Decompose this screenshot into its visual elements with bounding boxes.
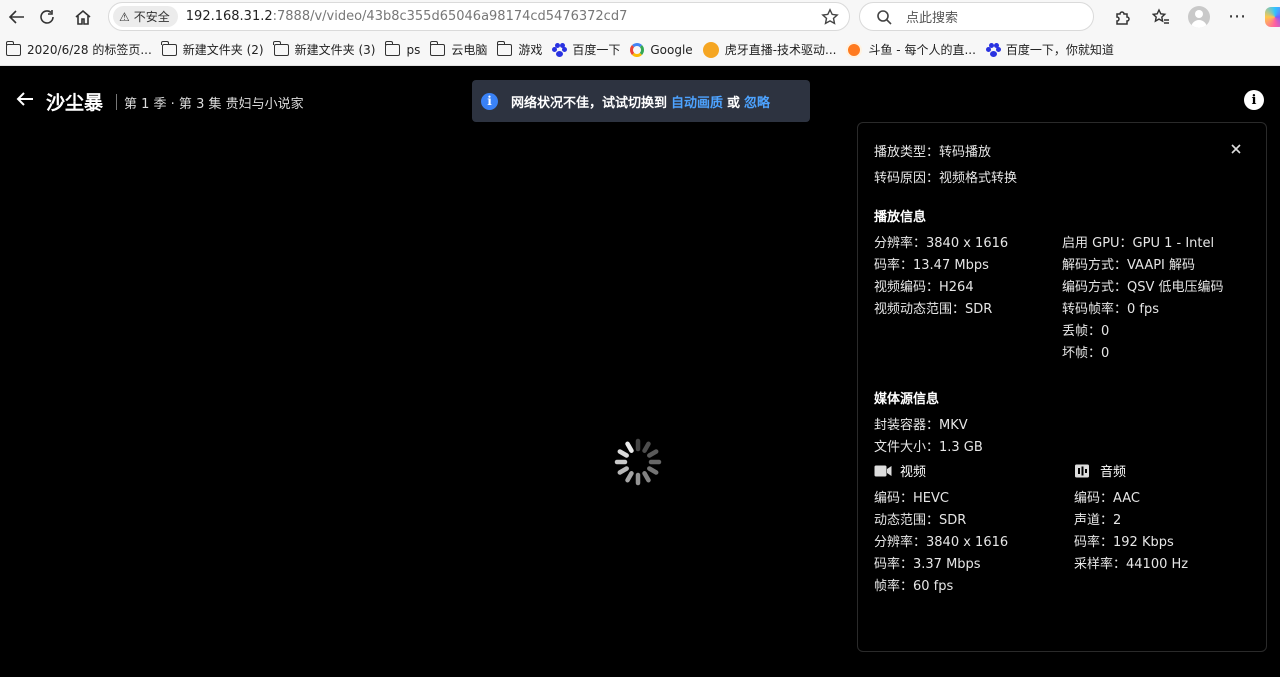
play-type: 播放类型：转码播放 [874,145,992,160]
container-format: 封装容器：MKV [874,418,968,433]
video-title: 沙尘暴 [46,92,104,114]
bookmark-label: 云电脑 [451,43,488,57]
warning-icon: ⚠ [119,9,130,24]
play-info-item: 转码帧率：0 fps [1062,302,1160,317]
file-size: 文件大小：1.3 GB [874,440,983,455]
bookmarks-bar: 2020/6/28 的标签页... 新建文件夹 (2) 新建文件夹 (3) ps 云电脑… [0,34,1280,66]
play-info-item: 视频编码：H264 [874,280,974,295]
folder-icon [161,40,177,56]
favorites-icon[interactable] [1142,2,1180,31]
copilot-icon[interactable] [1256,2,1280,31]
star-icon[interactable] [821,8,839,26]
back-icon[interactable] [0,2,34,32]
audio-info-item: 码率：192 Kbps [1074,535,1174,550]
ignore-link[interactable]: 忽略 [744,92,770,111]
bookmark-label: 新建文件夹 (3) [294,43,376,57]
google-icon [630,42,645,57]
bookmark-item[interactable]: 云电脑 [426,38,493,62]
search-placeholder: 点此搜索 [906,11,959,26]
video-info-item: 码率：3.37 Mbps [874,557,981,572]
folder-icon [429,40,446,56]
video-camera-icon [874,465,892,476]
close-icon[interactable] [1230,143,1242,155]
bookmark-label: 2020/6/28 的标签页... [27,43,152,57]
video-subheading: 视频 [874,461,926,480]
bookmark-item[interactable]: Google [626,38,698,62]
play-info-item: 分辨率：3840 x 1616 [874,236,1009,251]
loading-spinner-icon [614,438,662,486]
play-info-item: 启用 GPU：GPU 1 - Intel [1062,236,1215,251]
audio-info-item: 声道：2 [1074,513,1122,528]
network-toast: i 网络状况不佳，试试切换到 自动画质 或 忽略 [472,80,810,122]
more-menu-icon[interactable]: ⋯ [1218,2,1256,31]
huya-icon [702,41,719,58]
bookmark-label: 斗鱼 - 每个人的直... [868,43,976,57]
home-icon[interactable] [66,2,100,32]
toast-message: 网络状况不佳，试试切换到 [511,95,668,111]
bookmark-label: 新建文件夹 (2) [182,43,264,57]
bookmark-label: 百度一下 [572,43,621,57]
refresh-icon[interactable] [30,2,64,32]
info-icon: i [481,92,498,110]
baidu-icon [552,42,568,57]
episode-info: 第 1 季 · 第 3 集 贵妇与小说家 [124,97,304,112]
play-info-item: 编码方式：QSV 低电压编码 [1062,280,1224,295]
bookmark-item[interactable]: 新建文件夹 (3) [270,38,382,62]
title-divider [116,94,117,110]
bookmark-item[interactable]: 斗鱼 - 每个人的直... [842,38,981,62]
back-arrow-icon[interactable] [14,88,36,110]
play-info-heading: 播放信息 [874,210,927,225]
playback-info-panel: 播放类型：转码播放 转码原因：视频格式转换 播放信息 分辨率：3840 x 16… [857,122,1267,652]
profile-avatar[interactable] [1180,2,1218,31]
bookmark-label: 游戏 [518,43,543,57]
url-host: 192.168.31.2 [185,9,273,24]
browser-toolbar: ⚠ 不安全 192.168.31.2:7888/v/video/43b8c355… [0,0,1280,34]
folder-icon [496,40,513,56]
video-info-item: 帧率：60 fps [874,579,954,594]
folder-icon [5,40,21,56]
search-icon [877,9,892,25]
bookmark-item[interactable]: 游戏 [493,38,548,62]
bookmark-item[interactable]: 百度一下 [548,38,626,62]
bookmark-item[interactable]: 2020/6/28 的标签页... [2,38,158,62]
bookmark-label: Google [650,42,693,57]
transcode-reason: 转码原因：视频格式转换 [874,171,1018,186]
extensions-icon[interactable] [1104,2,1142,31]
play-info-item: 视频动态范围：SDR [874,302,993,317]
play-info-item: 坏帧：0 [1062,346,1110,361]
play-info-item: 解码方式：VAAPI 解码 [1062,258,1196,273]
video-player[interactable]: 沙尘暴 第 1 季 · 第 3 集 贵妇与小说家 i 网络状况不佳，试试切换到 … [0,66,1280,677]
security-label: 不安全 [133,10,170,24]
address-bar[interactable]: ⚠ 不安全 192.168.31.2:7888/v/video/43b8c355… [108,2,850,31]
bookmark-label: 虎牙直播-技术驱动... [724,43,837,57]
url-path: :7888/v/video/43b8c355d65046a98174cd5476… [272,9,628,24]
video-info-item: 动态范围：SDR [874,513,967,528]
audio-icon [1075,464,1089,477]
video-info-item: 编码：HEVC [874,491,949,506]
bookmark-item[interactable]: 虎牙直播-技术驱动... [699,38,843,62]
audio-subheading: 音频 [1074,461,1126,480]
bookmark-item[interactable]: 新建文件夹 (2) [158,38,270,62]
auto-quality-link[interactable]: 自动画质 [671,92,723,111]
douyu-icon [846,41,863,58]
folder-icon [384,40,401,56]
video-info-item: 分辨率：3840 x 1616 [874,535,1009,550]
info-toggle-icon[interactable]: i [1244,90,1264,110]
play-info-item: 码率：13.47 Mbps [874,258,989,273]
search-box[interactable]: 点此搜索 [859,2,1094,31]
bookmark-item[interactable]: ps [381,38,426,62]
play-info-item: 丢帧：0 [1062,324,1110,339]
security-indicator[interactable]: ⚠ 不安全 [113,6,178,27]
bookmark-label: 百度一下，你就知道 [1005,43,1114,57]
audio-info-item: 编码：AAC [1074,491,1140,506]
audio-info-item: 采样率：44100 Hz [1074,557,1189,572]
bookmark-label: ps [406,42,421,57]
baidu-icon [985,42,1001,57]
media-info-heading: 媒体源信息 [874,392,940,407]
bookmark-item[interactable]: 百度一下，你就知道 [982,38,1120,62]
toast-or: 或 [727,95,741,111]
folder-icon [273,40,289,56]
